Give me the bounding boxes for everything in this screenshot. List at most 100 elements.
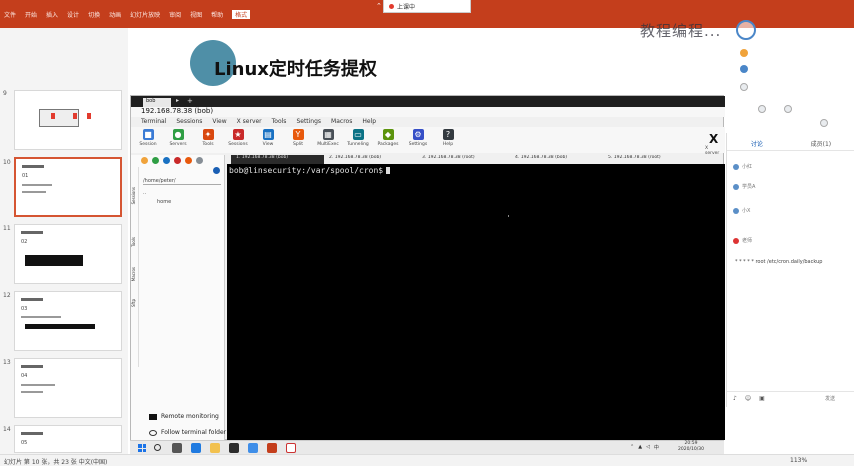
ime-label[interactable]: 中 xyxy=(654,444,659,451)
toolbar-multiexec-button[interactable]: ▦ MultiExec xyxy=(317,127,339,151)
zoom-level[interactable]: 113% xyxy=(790,457,807,464)
ribbon-tab[interactable]: 幻灯片放映 xyxy=(130,10,160,19)
folder-up-icon[interactable] xyxy=(141,157,148,164)
emoji-icon[interactable]: ☺ xyxy=(745,395,751,402)
menu-item[interactable]: Help xyxy=(362,118,376,126)
slide-title[interactable]: Linux定时任务提权 xyxy=(214,55,377,81)
new-folder-icon[interactable] xyxy=(185,157,192,164)
toolbar-session-button[interactable]: ■ Session xyxy=(137,127,159,151)
network-icon[interactable]: ▲ xyxy=(638,444,642,451)
ribbon-tab[interactable]: 动画 xyxy=(109,10,121,19)
mic-icon[interactable]: ♪ xyxy=(733,395,737,402)
pin-icon[interactable]: ▸ xyxy=(176,97,179,104)
mic-icon[interactable] xyxy=(740,83,748,91)
delete-icon[interactable] xyxy=(196,157,203,164)
vtab-sessions[interactable]: Sessions xyxy=(131,187,139,204)
camera-icon[interactable] xyxy=(758,105,766,113)
thumb-label: 03 xyxy=(21,306,28,312)
windows-taskbar: ⌃ ▲ ◁ 中 20:59 2020/10/30 xyxy=(130,440,724,454)
image-icon[interactable]: ▣ xyxy=(759,395,765,402)
terminal-view[interactable]: bob@linsecurity:/var/spool/cron$ xyxy=(227,164,725,440)
send-button[interactable]: 发送 xyxy=(825,395,835,402)
menu-item[interactable]: View xyxy=(212,118,226,126)
toolbar-packages-button[interactable]: ◆ Packages xyxy=(377,127,399,151)
ribbon-tab[interactable]: 开始 xyxy=(25,10,37,19)
follow-folder-toggle[interactable]: Follow terminal folder xyxy=(149,429,226,436)
share-icon[interactable] xyxy=(784,105,792,113)
search-icon[interactable] xyxy=(154,444,161,451)
toolbar-help-button[interactable]: ? Help xyxy=(437,127,459,151)
follow-check-icon[interactable] xyxy=(213,167,220,174)
slide-thumbnail[interactable]: 04 xyxy=(14,358,122,418)
vtab-sftp[interactable]: Sftp xyxy=(131,299,139,307)
ribbon-tab[interactable]: 视图 xyxy=(190,10,202,19)
app-toolbar: ■ Session ● Servers ✦ Tools ★ Sessions ▤ View… xyxy=(131,127,725,153)
ribbon-tab[interactable]: 文件 xyxy=(4,10,16,19)
session-tab[interactable]: 3. 192.168.78.38 (root) xyxy=(417,155,510,164)
toolbar-settings-button[interactable]: ⚙ Settings xyxy=(407,127,429,151)
chat-message: 老师 xyxy=(733,237,752,244)
window-tab[interactable]: bob xyxy=(143,98,171,107)
slide-thumbnail[interactable]: 05 xyxy=(14,425,122,453)
session-tab[interactable]: 4. 192.168.78.38 (bob) xyxy=(510,155,603,164)
sftp-parent-item[interactable]: .. xyxy=(143,190,146,196)
remote-monitoring-toggle[interactable]: Remote monitoring xyxy=(149,413,219,420)
slide-thumbnail-selected[interactable]: 01 xyxy=(14,157,122,217)
terminal-app-icon[interactable] xyxy=(229,443,239,453)
chat-bubble-icon[interactable] xyxy=(740,65,748,73)
menu-item[interactable]: X server xyxy=(237,118,262,126)
sftp-path-input[interactable]: /home/peter/ xyxy=(143,178,221,185)
chat-tab-members[interactable]: 成员(1) xyxy=(811,139,832,150)
tray-up-icon[interactable]: ⌃ xyxy=(630,444,634,451)
toolbar-tunneling-button[interactable]: ▭ Tunneling xyxy=(347,127,369,151)
app-icon[interactable] xyxy=(248,443,258,453)
hand-icon[interactable] xyxy=(740,49,748,57)
slide-thumbnail[interactable] xyxy=(14,90,122,150)
file-explorer-icon[interactable] xyxy=(210,443,220,453)
task-view-icon[interactable] xyxy=(172,443,182,453)
edge-icon[interactable] xyxy=(191,443,201,453)
collapse-icon[interactable]: ⌃ xyxy=(376,2,382,10)
toolbar-split-button[interactable]: Y Split xyxy=(287,127,309,151)
taskbar-clock[interactable]: 20:59 2020/10/30 xyxy=(678,441,704,453)
session-tab[interactable]: 2. 192.168.78.38 (bob) xyxy=(324,155,417,164)
menu-item[interactable]: Macros xyxy=(331,118,352,126)
menu-item[interactable]: Settings xyxy=(296,118,321,126)
ribbon-tab-active[interactable]: 格式 xyxy=(232,10,251,19)
windows-start-icon[interactable] xyxy=(138,444,146,452)
ribbon-tab[interactable]: 设计 xyxy=(67,10,79,19)
refresh-icon[interactable] xyxy=(152,157,159,164)
ribbon-tab[interactable]: 审阅 xyxy=(169,10,181,19)
chat-sender: 学员A xyxy=(742,184,756,190)
toolbar-view-button[interactable]: ▤ View xyxy=(257,127,279,151)
menu-item[interactable]: Tools xyxy=(272,118,287,126)
more-icon[interactable] xyxy=(820,119,828,127)
chat-tab-discussion[interactable]: 讨论 xyxy=(751,139,763,150)
meeting-status-pill[interactable]: 上课中 xyxy=(383,0,471,13)
menu-item[interactable]: Terminal xyxy=(141,118,166,126)
vtab-tools[interactable]: Tools xyxy=(131,237,139,247)
toolbar-sessions-button[interactable]: ★ Sessions xyxy=(227,127,249,151)
ribbon-tab[interactable]: 帮助 xyxy=(211,10,223,19)
ribbon-tab[interactable]: 切换 xyxy=(88,10,100,19)
sftp-folder-item[interactable]: home xyxy=(157,199,171,205)
menu-item[interactable]: Sessions xyxy=(176,118,202,126)
session-tab-active[interactable]: 1. 192.168.78.38 (bob) xyxy=(231,155,324,164)
session-tab[interactable]: 5. 192.168.78.38 (root) xyxy=(603,155,696,164)
toolbar-tools-button[interactable]: ✦ Tools xyxy=(197,127,219,151)
slide-thumbnail[interactable]: 03 xyxy=(14,291,122,351)
volume-icon[interactable]: ◁ xyxy=(646,444,650,451)
new-tab-icon[interactable]: + xyxy=(187,97,193,105)
toolbar-servers-button[interactable]: ● Servers xyxy=(167,127,189,151)
x-server-icon[interactable]: X xyxy=(709,132,718,146)
meeting-app-icon[interactable] xyxy=(286,443,296,453)
vtab-macros[interactable]: Macros xyxy=(131,267,139,281)
slide-thumbnail[interactable]: 02 xyxy=(14,224,122,284)
ribbon-tab[interactable]: 插入 xyxy=(46,10,58,19)
thumb-heading xyxy=(21,432,43,435)
powerpoint-icon[interactable] xyxy=(267,443,277,453)
download-icon[interactable] xyxy=(163,157,170,164)
chat-message-text: * * * * * root /etc/cron.daily/backup xyxy=(735,259,823,265)
ribbon-tabs: 文件 开始 插入 设计 切换 动画 幻灯片放映 审阅 视图 帮助 格式 xyxy=(4,10,251,19)
upload-icon[interactable] xyxy=(174,157,181,164)
